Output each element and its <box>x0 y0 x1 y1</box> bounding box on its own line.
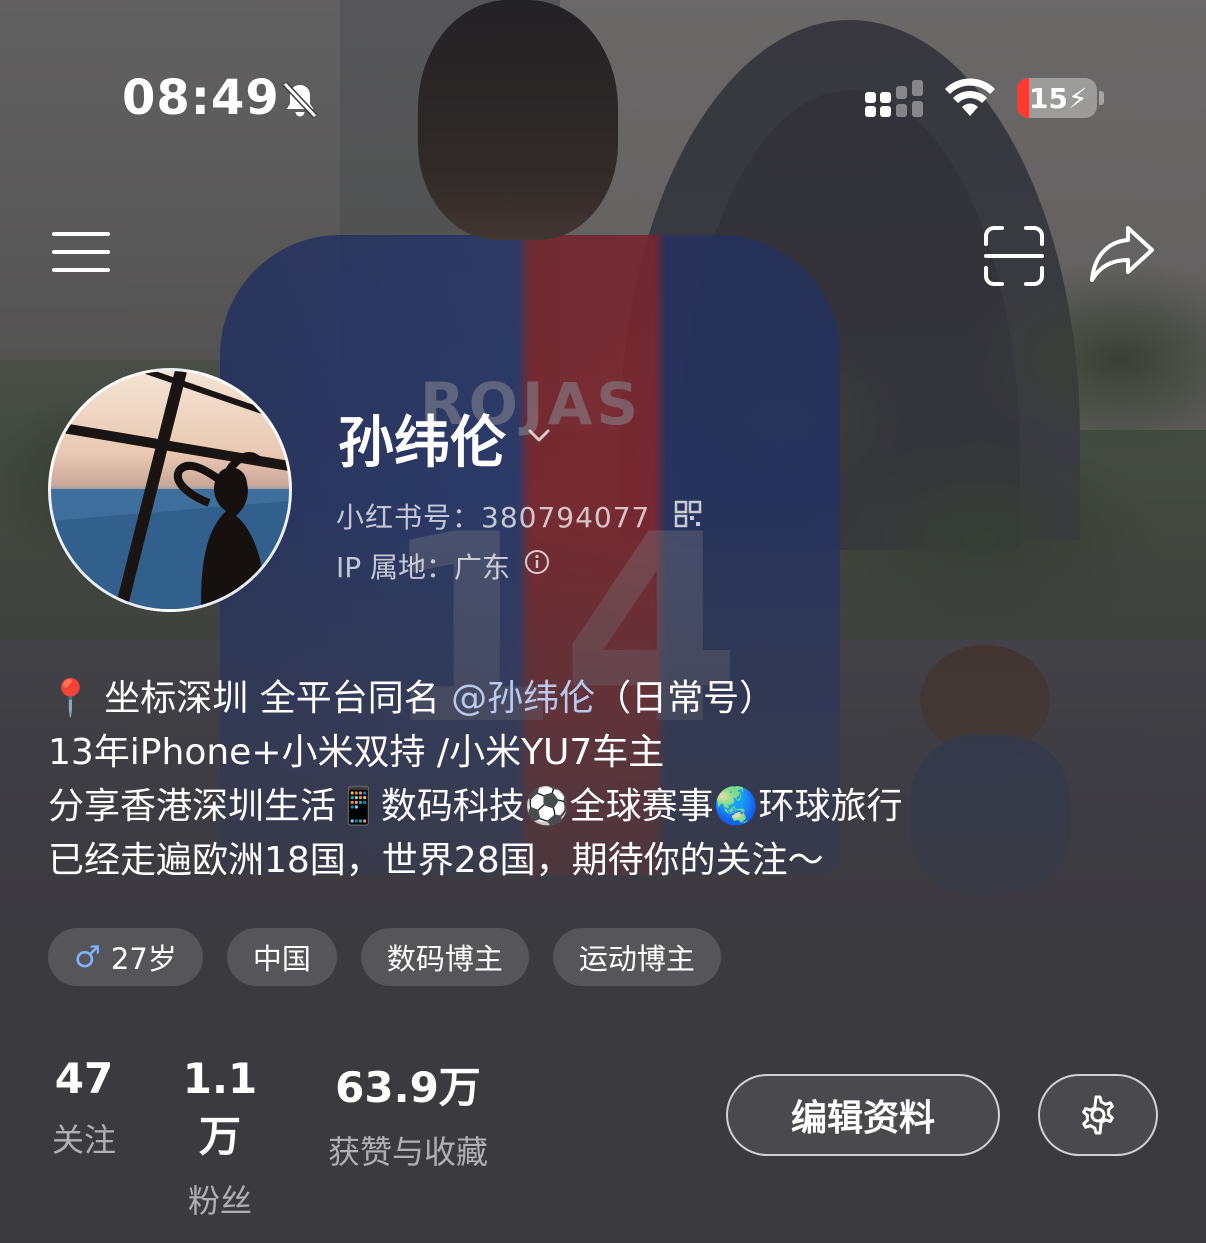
tag-sports-label: 运动博主 <box>578 942 695 976</box>
tag-sports-blogger[interactable]: 运动博主 <box>552 928 721 986</box>
qr-code-icon[interactable] <box>674 500 702 528</box>
bio-line-1-prefix: 📍 坐标深圳 全平台同名 <box>48 678 452 719</box>
avatar[interactable] <box>48 368 292 612</box>
cellular-signal-icon <box>865 80 923 117</box>
fans-count: 1.1万 <box>182 1054 258 1161</box>
stat-likes[interactable]: 63.9万 获赞与收藏 <box>316 1054 500 1173</box>
edit-profile-button[interactable]: 编辑资料 <box>726 1074 1000 1156</box>
tag-region-label: 中国 <box>252 942 311 976</box>
tag-digital-blogger[interactable]: 数码博主 <box>360 928 529 986</box>
edit-profile-label: 编辑资料 <box>790 1098 935 1139</box>
avatar-silhouette-image <box>51 371 289 609</box>
menu-button[interactable] <box>52 228 112 278</box>
bio-line-2: 13年iPhone+小米双持 /小米YU7车主 <box>48 732 665 773</box>
following-count: 47 <box>54 1054 114 1103</box>
status-time: 08:49 <box>122 70 280 126</box>
bell-slash-icon <box>282 81 318 119</box>
bio-line-1-suffix: （日常号） <box>595 678 776 719</box>
profile-tags: ♂ 27岁 中国 数码博主 运动博主 <box>48 928 721 986</box>
settings-button[interactable] <box>1038 1074 1158 1156</box>
scan-icon[interactable] <box>982 224 1046 288</box>
tag-digital-label: 数码博主 <box>386 942 503 976</box>
bio-line-4: 已经走遍欧洲18国，世界28国，期待你的关注～ <box>48 840 824 881</box>
wifi-icon <box>945 78 995 116</box>
stat-following[interactable]: 47 关注 <box>48 1054 120 1161</box>
battery-level: 15 <box>1029 82 1068 115</box>
bio-line-1: 📍 坐标深圳 全平台同名 @孙纬伦（日常号） <box>48 672 1158 726</box>
ip-location: IP 属地：广东 <box>336 551 511 584</box>
battery-tip <box>1099 91 1104 105</box>
share-arrow-icon[interactable] <box>1088 222 1156 286</box>
bio-line-3: 分享香港深圳生活📱数码科技⚽全球赛事🌏环球旅行 <box>48 786 903 827</box>
chevron-down-icon[interactable] <box>524 420 554 450</box>
mention-link[interactable]: @孙纬伦 <box>451 678 595 719</box>
tag-age[interactable]: ♂ 27岁 <box>48 928 203 986</box>
tag-age-label: 27岁 <box>110 942 177 976</box>
fans-label: 粉丝 <box>187 1182 252 1220</box>
tag-region[interactable]: 中国 <box>226 928 337 986</box>
likes-count: 63.9万 <box>335 1063 481 1112</box>
likes-label: 获赞与收藏 <box>327 1133 488 1171</box>
info-icon[interactable] <box>524 549 550 575</box>
stat-fans[interactable]: 1.1万 粉丝 <box>168 1054 272 1222</box>
bio: 📍 坐标深圳 全平台同名 @孙纬伦（日常号） 13年iPhone+小米双持 /小… <box>48 672 1158 888</box>
male-gender-icon: ♂ <box>74 939 101 975</box>
nickname: 孙纬伦 <box>338 411 506 476</box>
account-id: 小红书号：380794077 <box>336 501 651 534</box>
battery-indicator: 15⚡ <box>1017 78 1097 118</box>
gear-icon <box>1082 1095 1114 1135</box>
following-label: 关注 <box>51 1121 116 1159</box>
